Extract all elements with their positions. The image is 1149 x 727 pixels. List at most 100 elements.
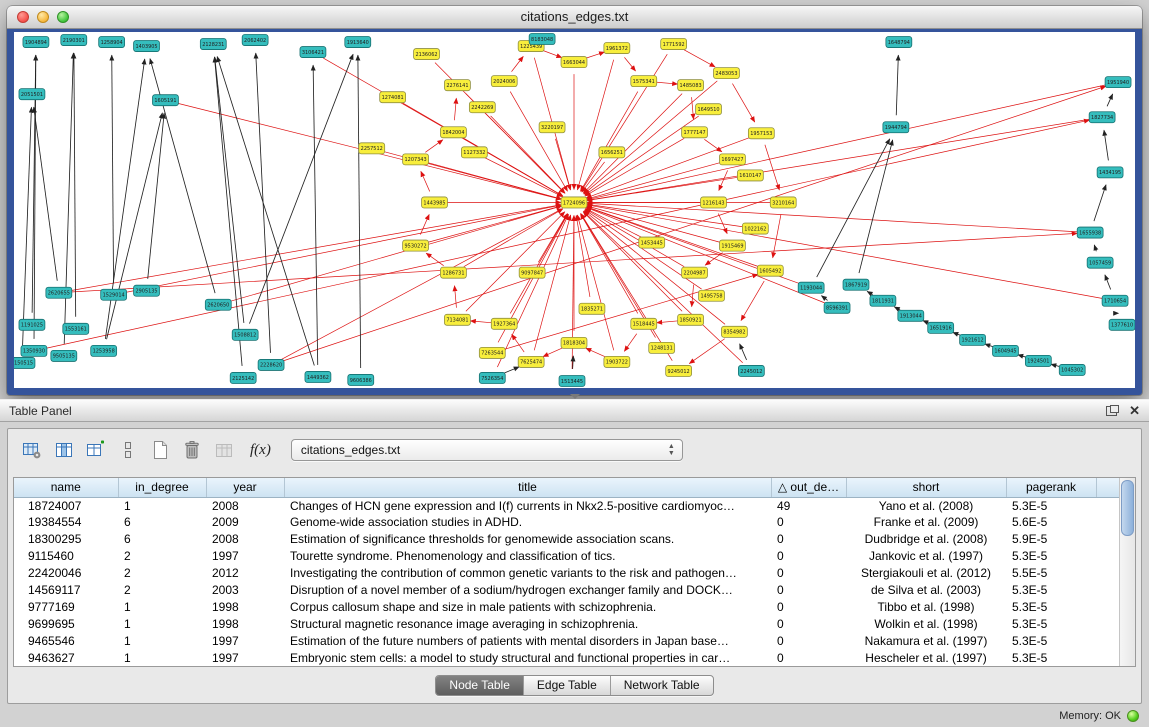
graph-node[interactable]: 1443985 bbox=[422, 197, 448, 208]
function-builder-button[interactable]: f(x) bbox=[250, 442, 271, 459]
graph-node[interactable]: 1495758 bbox=[699, 290, 725, 301]
table-cell[interactable]: 1998 bbox=[206, 615, 284, 632]
graph-node[interactable]: 2051501 bbox=[19, 89, 45, 100]
graph-node[interactable]: 2128231 bbox=[200, 39, 226, 50]
graph-node[interactable]: 2204987 bbox=[682, 267, 708, 278]
graph-node[interactable]: 1651916 bbox=[928, 322, 954, 333]
graph-node[interactable]: 1253958 bbox=[91, 345, 117, 356]
table-cell[interactable]: Wolkin et al. (1998) bbox=[846, 615, 1006, 632]
graph-node[interactable]: 1771592 bbox=[661, 39, 687, 50]
table-row[interactable]: 946362711997Embryonic stem cells: a mode… bbox=[14, 649, 1119, 666]
table-cell[interactable]: 1997 bbox=[206, 548, 284, 565]
graph-node[interactable]: 8354982 bbox=[721, 326, 747, 337]
table-cell[interactable]: Structural magnetic resonance image aver… bbox=[284, 615, 771, 632]
graph-node[interactable]: 9505135 bbox=[51, 350, 77, 361]
table-cell[interactable]: 5.3E-5 bbox=[1006, 497, 1096, 514]
zoom-window-button[interactable] bbox=[57, 11, 69, 23]
graph-node[interactable]: 1449362 bbox=[305, 371, 331, 382]
column-header[interactable]: year bbox=[206, 478, 284, 497]
graph-node[interactable]: 1648794 bbox=[886, 37, 912, 48]
table-cell[interactable]: 1 bbox=[118, 497, 206, 514]
graph-node[interactable]: 1216143 bbox=[701, 197, 727, 208]
table-cell[interactable]: 6 bbox=[118, 514, 206, 531]
tab-node-table[interactable]: Node Table bbox=[436, 676, 524, 695]
graph-node[interactable]: 1827734 bbox=[1089, 112, 1115, 123]
graph-node[interactable]: 1904894 bbox=[23, 37, 49, 48]
table-cell[interactable]: 1998 bbox=[206, 598, 284, 615]
table-cell[interactable]: 1997 bbox=[206, 649, 284, 666]
table-cell[interactable]: 9115460 bbox=[14, 548, 118, 565]
table-cell[interactable]: 1 bbox=[118, 615, 206, 632]
table-cell[interactable]: 2 bbox=[118, 565, 206, 582]
graph-node[interactable]: 9530272 bbox=[403, 240, 429, 251]
table-cell[interactable]: 2 bbox=[118, 581, 206, 598]
graph-node[interactable]: 9245012 bbox=[666, 365, 692, 376]
table-cell[interactable]: 2008 bbox=[206, 531, 284, 548]
tab-network-table[interactable]: Network Table bbox=[611, 676, 713, 695]
graph-node[interactable]: 1649510 bbox=[696, 104, 722, 115]
graph-node[interactable]: 2062402 bbox=[242, 35, 268, 46]
graph-node[interactable]: 1913640 bbox=[345, 37, 371, 48]
table-cell[interactable]: 5.3E-5 bbox=[1006, 615, 1096, 632]
graph-node[interactable]: 1057459 bbox=[1087, 257, 1113, 268]
table-cell[interactable]: 14569117 bbox=[14, 581, 118, 598]
graph-node[interactable]: 1924501 bbox=[1025, 355, 1051, 366]
graph-node[interactable]: 1605191 bbox=[153, 95, 179, 106]
table-row[interactable]: 1938455462009Genome-wide association stu… bbox=[14, 514, 1119, 531]
graph-node[interactable]: 1921612 bbox=[960, 334, 986, 345]
graph-node[interactable]: 1913044 bbox=[898, 310, 924, 321]
table-cell[interactable]: 0 bbox=[771, 581, 846, 598]
table-cell[interactable]: 2009 bbox=[206, 514, 284, 531]
graph-node[interactable]: 1656251 bbox=[599, 147, 625, 158]
table-cell[interactable]: 0 bbox=[771, 548, 846, 565]
table-row[interactable]: 969969511998Structural magnetic resonanc… bbox=[14, 615, 1119, 632]
graph-node[interactable]: 1663044 bbox=[561, 57, 587, 68]
graph-node[interactable]: 2242269 bbox=[469, 102, 495, 113]
table-cell[interactable]: Tourette syndrome. Phenomenology and cla… bbox=[284, 548, 771, 565]
table-cell[interactable]: 0 bbox=[771, 632, 846, 649]
graph-node[interactable]: 9606386 bbox=[348, 374, 374, 385]
graph-node[interactable]: 1485083 bbox=[678, 80, 704, 91]
table-cell[interactable]: 1 bbox=[118, 632, 206, 649]
graph-node[interactable]: 1274081 bbox=[380, 92, 406, 103]
table-cell[interactable]: Franke et al. (2009) bbox=[846, 514, 1006, 531]
column-header[interactable]: name bbox=[14, 478, 118, 497]
graph-node[interactable]: 2483053 bbox=[714, 68, 740, 79]
column-header[interactable]: △ out_de… bbox=[771, 478, 846, 497]
table-cell[interactable]: 5.3E-5 bbox=[1006, 598, 1096, 615]
graph-node[interactable]: 1835271 bbox=[579, 303, 605, 314]
graph-node[interactable]: 1697427 bbox=[719, 154, 745, 165]
graph-node[interactable]: 2125142 bbox=[230, 372, 256, 383]
table-row[interactable]: 1872400712008Changes of HCN gene express… bbox=[14, 497, 1119, 514]
table-cell[interactable]: Investigating the contribution of common… bbox=[284, 565, 771, 582]
graph-node[interactable]: 1710654 bbox=[1102, 295, 1128, 306]
graph-node[interactable]: 1605492 bbox=[757, 265, 783, 276]
table-cell[interactable]: 9699695 bbox=[14, 615, 118, 632]
scrollbar-thumb[interactable] bbox=[1121, 480, 1134, 536]
graph-node[interactable]: 1529014 bbox=[101, 289, 127, 300]
graph-node[interactable]: 1403905 bbox=[134, 41, 160, 52]
trash-icon[interactable] bbox=[178, 436, 206, 464]
table-cell[interactable]: Nakamura et al. (1997) bbox=[846, 632, 1006, 649]
table-cell[interactable]: 5.3E-5 bbox=[1006, 548, 1096, 565]
import-table-icon[interactable] bbox=[210, 436, 238, 464]
table-cell[interactable]: 5.3E-5 bbox=[1006, 649, 1096, 666]
graph-node[interactable]: 1377610 bbox=[1109, 319, 1135, 330]
table-cell[interactable]: Estimation of the future numbers of pati… bbox=[284, 632, 771, 649]
table-row[interactable]: 946554611997Estimation of the future num… bbox=[14, 632, 1119, 649]
graph-node[interactable]: 1022162 bbox=[742, 223, 768, 234]
graph-node[interactable]: 1944794 bbox=[883, 122, 909, 133]
graph-node[interactable]: 3106421 bbox=[300, 47, 326, 58]
graph-node[interactable]: 2257512 bbox=[359, 143, 385, 154]
table-cell[interactable]: 6 bbox=[118, 531, 206, 548]
graph-node[interactable]: 1553161 bbox=[63, 323, 89, 334]
table-cell[interactable]: 2008 bbox=[206, 497, 284, 514]
graph-node[interactable]: 8183048 bbox=[529, 34, 555, 45]
table-row[interactable]: 1830029562008Estimation of significance … bbox=[14, 531, 1119, 548]
graph-node[interactable]: 2620655 bbox=[46, 287, 72, 298]
table-cell[interactable]: 1 bbox=[118, 598, 206, 615]
graph-node[interactable]: 1518445 bbox=[631, 318, 657, 329]
table-scrollbar[interactable] bbox=[1119, 478, 1135, 666]
graph-node[interactable]: 7625474 bbox=[518, 356, 544, 367]
graph-node[interactable]: 1286731 bbox=[440, 267, 466, 278]
